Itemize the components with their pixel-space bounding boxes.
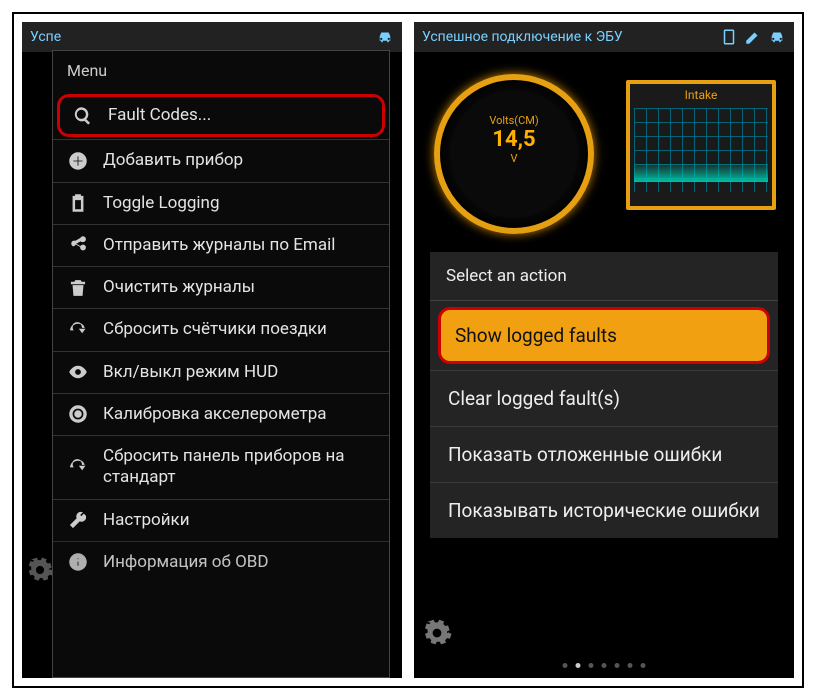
action-item-1[interactable]: Clear logged fault(s) bbox=[430, 370, 778, 426]
menu-item-5[interactable]: Сбросить счётчики поездки bbox=[53, 308, 389, 350]
menu-item-label: Очистить журналы bbox=[103, 277, 255, 298]
status-title-right: Успешное подключение к ЭБУ bbox=[422, 29, 720, 45]
graph-area bbox=[634, 108, 768, 192]
menu-item-10[interactable]: Информация об OBD bbox=[53, 541, 389, 583]
menu-item-6[interactable]: Вкл/выкл режим HUD bbox=[53, 351, 389, 393]
status-title-left: Успе bbox=[30, 29, 376, 45]
menu-item-0[interactable]: Fault Codes... bbox=[57, 94, 385, 137]
gear-icon[interactable] bbox=[422, 618, 452, 652]
page-dot[interactable] bbox=[615, 663, 620, 668]
gauge-label: Volts(CM) bbox=[489, 114, 538, 127]
action-dialog: Select an action Show logged faults Clear… bbox=[430, 252, 778, 538]
menu-item-label: Настройки bbox=[103, 510, 190, 531]
menu-item-9[interactable]: Настройки bbox=[53, 499, 389, 541]
gauge-unit: V bbox=[510, 152, 517, 165]
action-item-0[interactable]: Show logged faults bbox=[438, 307, 770, 364]
phone-right: Успешное подключение к ЭБУ Volts(CM) 14,… bbox=[414, 22, 794, 678]
menu-item-2[interactable]: Toggle Logging bbox=[53, 182, 389, 224]
menu-item-3[interactable]: Отправить журналы по Email bbox=[53, 224, 389, 266]
menu-item-4[interactable]: Очистить журналы bbox=[53, 266, 389, 308]
page-dot[interactable] bbox=[589, 663, 594, 668]
car-icon bbox=[376, 28, 394, 46]
target-icon bbox=[65, 404, 91, 424]
menu-list[interactable]: Fault Codes... Добавить прибор Toggle Logg… bbox=[53, 92, 389, 677]
menu-item-label: Сбросить счётчики поездки bbox=[103, 319, 327, 340]
status-icons-left bbox=[376, 28, 394, 46]
status-bar-left: Успе bbox=[22, 22, 402, 52]
refresh-icon bbox=[65, 457, 91, 477]
wrench-icon bbox=[65, 510, 91, 530]
page-dot[interactable] bbox=[628, 663, 633, 668]
menu-item-label: Сбросить панель приборов на стандарт bbox=[103, 446, 377, 489]
page-dot[interactable] bbox=[576, 663, 581, 668]
phone-icon bbox=[720, 28, 738, 46]
menu-item-label: Отправить журналы по Email bbox=[103, 235, 335, 256]
graph-title: Intake bbox=[634, 88, 768, 102]
share-icon bbox=[65, 235, 91, 255]
refresh-icon bbox=[65, 320, 91, 340]
page-dot[interactable] bbox=[641, 663, 646, 668]
phone-left: Успе Menu Fault Codes... Добавить прибор T… bbox=[22, 22, 402, 678]
action-item-2[interactable]: Показать отложенные ошибки bbox=[430, 426, 778, 482]
search-icon bbox=[70, 106, 96, 126]
gauge-face: Volts(CM) 14,5 V bbox=[450, 90, 578, 218]
status-bar-right: Успешное подключение к ЭБУ bbox=[414, 22, 794, 52]
trash-icon bbox=[65, 278, 91, 298]
menu-item-8[interactable]: Сбросить панель приборов на стандарт bbox=[53, 435, 389, 499]
page-indicator[interactable] bbox=[563, 663, 646, 668]
menu-item-7[interactable]: Калибровка акселерометра bbox=[53, 393, 389, 435]
plus-circle-icon bbox=[65, 151, 91, 171]
page-dot[interactable] bbox=[602, 663, 607, 668]
menu-item-label: Информация об OBD bbox=[103, 552, 269, 573]
pencil-icon bbox=[744, 28, 762, 46]
clipboard-icon bbox=[65, 193, 91, 213]
menu-item-label: Вкл/выкл режим HUD bbox=[103, 362, 278, 383]
page-dot[interactable] bbox=[563, 663, 568, 668]
dashboard-background: Volts(CM) 14,5 V Intake Select an action… bbox=[414, 52, 794, 678]
menu-panel: Menu Fault Codes... Добавить прибор Toggle… bbox=[52, 50, 390, 678]
eye-icon bbox=[65, 362, 91, 382]
action-item-3[interactable]: Показывать исторические ошибки bbox=[430, 482, 778, 538]
intake-graph[interactable]: Intake bbox=[626, 80, 776, 210]
menu-item-label: Калибровка акселерометра bbox=[103, 404, 327, 425]
menu-title: Menu bbox=[53, 51, 389, 92]
status-icons-right bbox=[720, 28, 786, 46]
volt-gauge[interactable]: Volts(CM) 14,5 V bbox=[434, 74, 594, 234]
menu-item-1[interactable]: Добавить прибор bbox=[53, 139, 389, 181]
car-icon bbox=[768, 28, 786, 46]
comparison-frame: Успе Menu Fault Codes... Добавить прибор T… bbox=[12, 12, 804, 688]
menu-item-label: Добавить прибор bbox=[103, 150, 243, 171]
gauge-value: 14,5 bbox=[492, 127, 535, 152]
menu-item-label: Toggle Logging bbox=[103, 193, 220, 214]
info-icon bbox=[65, 552, 91, 572]
menu-item-label: Fault Codes... bbox=[108, 105, 211, 126]
action-dialog-title: Select an action bbox=[430, 252, 778, 301]
action-list: Show logged faultsClear logged fault(s)П… bbox=[430, 307, 778, 538]
gear-icon bbox=[26, 556, 54, 588]
